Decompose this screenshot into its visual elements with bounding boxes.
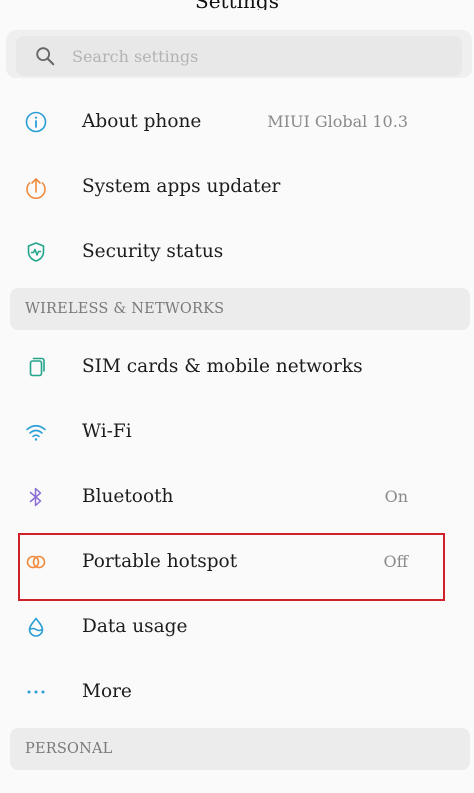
page-title: Settings xyxy=(0,0,474,10)
sim-cards-item[interactable]: SIM cards & mobile networks xyxy=(0,334,474,399)
update-arrow-icon xyxy=(24,175,48,199)
bluetooth-icon xyxy=(24,485,48,509)
search-icon xyxy=(36,47,55,66)
sim-card-icon xyxy=(24,355,48,379)
highlight-box xyxy=(18,533,445,601)
more-label: More xyxy=(82,681,132,702)
wifi-item[interactable]: Wi-Fi xyxy=(0,399,474,464)
system-apps-updater-label: System apps updater xyxy=(82,176,281,197)
security-status-item[interactable]: Security status xyxy=(0,219,474,284)
about-phone-label: About phone xyxy=(82,111,202,132)
wifi-icon xyxy=(24,420,48,444)
section-header-wireless: WIRELESS & NETWORKS xyxy=(10,288,470,330)
search-bar-container: Search settings xyxy=(6,30,472,78)
bluetooth-label: Bluetooth xyxy=(82,486,174,507)
section-title-wireless: WIRELESS & NETWORKS xyxy=(25,301,225,317)
system-apps-updater-item[interactable]: System apps updater xyxy=(0,154,474,219)
security-status-label: Security status xyxy=(82,241,224,262)
section-header-personal: PERSONAL xyxy=(10,728,470,770)
search-input[interactable]: Search settings xyxy=(16,36,462,76)
info-icon xyxy=(24,110,48,134)
settings-screen: Settings Search settings About phone MIU… xyxy=(0,0,474,793)
data-usage-item[interactable]: Data usage xyxy=(0,594,474,659)
shield-icon xyxy=(24,240,48,264)
search-placeholder: Search settings xyxy=(72,46,199,66)
sim-cards-label: SIM cards & mobile networks xyxy=(82,356,363,377)
more-dots-icon xyxy=(24,680,48,704)
data-usage-label: Data usage xyxy=(82,616,188,637)
bluetooth-item[interactable]: Bluetooth On xyxy=(0,464,474,529)
about-phone-value: MIUI Global 10.3 xyxy=(267,112,408,131)
water-drop-icon xyxy=(24,615,48,639)
more-item[interactable]: More xyxy=(0,659,474,724)
bluetooth-status-value: On xyxy=(384,487,408,506)
about-phone-item[interactable]: About phone MIUI Global 10.3 xyxy=(0,89,474,154)
wifi-label: Wi-Fi xyxy=(82,421,132,442)
section-title-personal: PERSONAL xyxy=(25,741,113,757)
